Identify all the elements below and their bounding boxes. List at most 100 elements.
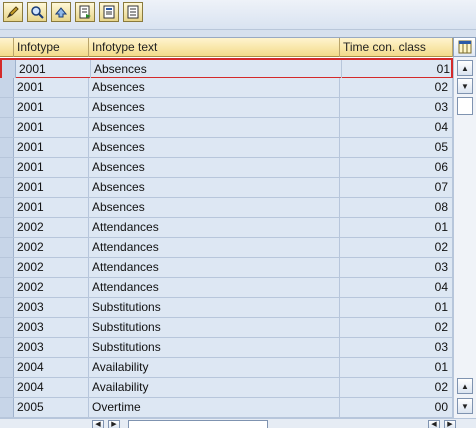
cell-time-con-class: 02: [340, 318, 453, 337]
export-icon[interactable]: [75, 2, 95, 22]
cell-infotype: 2001: [14, 198, 89, 217]
table-row[interactable]: 2003 Substitutions 03: [0, 338, 453, 358]
cell-infotype-text: Substitutions: [89, 298, 340, 317]
scroll-far-right-icon[interactable]: ▶: [444, 420, 456, 428]
row-selector[interactable]: [2, 60, 16, 79]
scroll-up-icon[interactable]: ▲: [457, 60, 473, 76]
cell-infotype-text: Absences: [89, 178, 340, 197]
table-row[interactable]: 2001 Absences 04: [0, 118, 453, 138]
select-all-header[interactable]: [0, 38, 14, 57]
table-row[interactable]: 2004 Availability 01: [0, 358, 453, 378]
table-row[interactable]: 2004 Availability 02: [0, 378, 453, 398]
cell-infotype: 2004: [14, 358, 89, 377]
row-selector[interactable]: [0, 238, 14, 257]
cell-infotype-text: Substitutions: [89, 318, 340, 337]
table-row[interactable]: 2003 Substitutions 02: [0, 318, 453, 338]
cell-infotype-text: Absences: [89, 118, 340, 137]
cell-infotype-text: Substitutions: [89, 338, 340, 357]
list-icon[interactable]: [123, 2, 143, 22]
cell-infotype: 2002: [14, 278, 89, 297]
scroll-down-icon[interactable]: ▼: [457, 78, 473, 94]
cell-time-con-class: 05: [340, 138, 453, 157]
table-row[interactable]: 2001 Absences 08: [0, 198, 453, 218]
table-row[interactable]: 2001 Absences 02: [0, 78, 453, 98]
table-row[interactable]: 2001 Absences 06: [0, 158, 453, 178]
print-icon[interactable]: [99, 2, 119, 22]
infotype-grid: Infotype Infotype text Time con. class 2…: [0, 37, 453, 418]
header-time-con-class[interactable]: Time con. class: [340, 38, 453, 57]
row-selector[interactable]: [0, 338, 14, 357]
table-row-selected[interactable]: 2001 Absences 01: [0, 58, 453, 79]
cell-infotype-text: Absences: [89, 158, 340, 177]
cell-infotype: 2003: [14, 338, 89, 357]
cell-time-con-class: 02: [340, 378, 453, 397]
cell-infotype: 2001: [14, 118, 89, 137]
cell-infotype-text: Absences: [91, 60, 342, 79]
row-selector[interactable]: [0, 298, 14, 317]
cell-infotype-text: Availability: [89, 378, 340, 397]
cell-time-con-class: 02: [340, 78, 453, 97]
table-row[interactable]: 2002 Attendances 01: [0, 218, 453, 238]
cell-infotype: 2002: [14, 258, 89, 277]
table-row[interactable]: 2001 Absences 07: [0, 178, 453, 198]
row-selector[interactable]: [0, 98, 14, 117]
row-selector[interactable]: [0, 318, 14, 337]
refresh-icon[interactable]: [51, 2, 71, 22]
table-row[interactable]: 2001 Absences 05: [0, 138, 453, 158]
table-row[interactable]: 2001 Absences 03: [0, 98, 453, 118]
scroll-thumb[interactable]: [457, 97, 473, 115]
cell-infotype: 2001: [14, 98, 89, 117]
cell-time-con-class: 01: [340, 298, 453, 317]
cell-infotype: 2001: [14, 158, 89, 177]
cell-infotype: 2002: [14, 238, 89, 257]
scroll-page-down-icon[interactable]: ▼: [457, 398, 473, 414]
table-row[interactable]: 2003 Substitutions 01: [0, 298, 453, 318]
horizontal-scrollbar[interactable]: ◀ ▶ ◀ ▶: [0, 418, 476, 428]
details-icon[interactable]: [27, 2, 47, 22]
row-selector[interactable]: [0, 358, 14, 377]
row-selector[interactable]: [0, 138, 14, 157]
cell-time-con-class: 01: [340, 358, 453, 377]
cell-infotype-text: Attendances: [89, 258, 340, 277]
row-selector[interactable]: [0, 78, 14, 97]
scroll-left-icon[interactable]: ◀: [92, 420, 104, 428]
row-selector[interactable]: [0, 258, 14, 277]
scroll-right-icon[interactable]: ▶: [108, 420, 120, 428]
row-selector[interactable]: [0, 378, 14, 397]
row-selector[interactable]: [0, 398, 14, 417]
cell-time-con-class: 01: [342, 60, 453, 79]
header-infotype[interactable]: Infotype: [14, 38, 89, 57]
column-layout-icon[interactable]: [453, 37, 476, 57]
cell-time-con-class: 04: [340, 118, 453, 137]
cell-infotype-text: Attendances: [89, 218, 340, 237]
table-row[interactable]: 2002 Attendances 03: [0, 258, 453, 278]
vertical-scrollbar[interactable]: ▲ ▼ ▲ ▼: [453, 57, 476, 418]
table-row[interactable]: 2002 Attendances 04: [0, 278, 453, 298]
row-selector[interactable]: [0, 118, 14, 137]
cell-time-con-class: 04: [340, 278, 453, 297]
row-selector[interactable]: [0, 278, 14, 297]
row-selector[interactable]: [0, 158, 14, 177]
header-infotype-text[interactable]: Infotype text: [89, 38, 340, 57]
cell-infotype-text: Attendances: [89, 238, 340, 257]
cell-infotype: 2001: [16, 60, 91, 79]
cell-infotype-text: Absences: [89, 78, 340, 97]
scroll-far-left-icon[interactable]: ◀: [428, 420, 440, 428]
cell-infotype-text: Absences: [89, 138, 340, 157]
toolbar: [0, 0, 476, 30]
cell-time-con-class: 08: [340, 198, 453, 217]
horizontal-scroll-thumb[interactable]: [128, 420, 268, 428]
table-row[interactable]: 2005 Overtime 00: [0, 398, 453, 418]
cell-time-con-class: 06: [340, 158, 453, 177]
cell-infotype: 2003: [14, 318, 89, 337]
row-selector[interactable]: [0, 218, 14, 237]
row-selector[interactable]: [0, 198, 14, 217]
cell-time-con-class: 03: [340, 258, 453, 277]
cell-time-con-class: 02: [340, 238, 453, 257]
table-row[interactable]: 2002 Attendances 02: [0, 238, 453, 258]
cell-infotype: 2002: [14, 218, 89, 237]
cell-infotype: 2001: [14, 178, 89, 197]
row-selector[interactable]: [0, 178, 14, 197]
scroll-page-up-icon[interactable]: ▲: [457, 378, 473, 394]
change-icon[interactable]: [3, 2, 23, 22]
